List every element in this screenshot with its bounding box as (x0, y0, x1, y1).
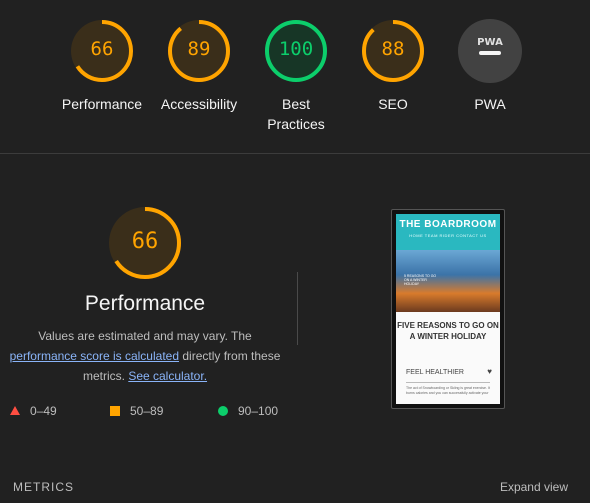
desc-prefix: Values are estimated and may vary. The (38, 329, 252, 343)
performance-description: Values are estimated and may vary. The p… (0, 326, 290, 386)
square-icon (110, 406, 120, 416)
category-label: PWA (474, 96, 506, 112)
thumb-section: FEEL HEALTHIER (406, 369, 464, 376)
performance-score: 66 (131, 229, 159, 254)
thumb-headline: FIVE REASONS TO GO ON A WINTER HOLIDAY (397, 321, 499, 341)
thumb-paragraph: The act of Snowboarding or Skiing is gre… (406, 386, 490, 395)
thumb-body: FIVE REASONS TO GO ON A WINTER HOLIDAY F… (396, 312, 500, 404)
category-label: Accessibility (160, 96, 238, 112)
thumb-site-title: THE BOARDROOM (399, 219, 497, 230)
score-value: 66 (90, 38, 114, 60)
section-divider (0, 153, 590, 154)
pwa-badge-icon: PWA (458, 19, 522, 83)
pwa-badge-text: PWA (477, 37, 503, 48)
heart-icon: ♥ (487, 367, 492, 376)
vertical-separator (297, 272, 298, 345)
performance-title: Performance (84, 292, 206, 315)
score-calculated-link[interactable]: performance score is calculated (10, 349, 179, 363)
legend-average: 50–89 (110, 404, 163, 418)
score-value: 89 (187, 38, 211, 60)
thumb-nav: HOME TEAM RIDER CONTACT US (409, 233, 487, 238)
score-value: 88 (381, 38, 405, 60)
category-label: SEO (378, 96, 408, 112)
gauge-performance[interactable]: 66 Performance (52, 18, 152, 114)
legend-fail: 0–49 (10, 404, 57, 418)
thumb-rule (406, 382, 490, 383)
thumb-hero-photo: 5 REASONS TO GO ON A WINTER HOLIDAY (396, 250, 500, 312)
see-calculator-link[interactable]: See calculator. (128, 369, 207, 383)
legend-range: 50–89 (130, 404, 164, 418)
score-value: 100 (278, 38, 314, 60)
legend-range: 90–100 (238, 404, 279, 418)
gauge-accessibility[interactable]: 89 Accessibility (149, 18, 249, 114)
thumb-caption: 5 REASONS TO GO ON A WINTER HOLIDAY (404, 274, 437, 286)
expand-view-toggle[interactable]: Expand view (500, 480, 568, 494)
metrics-heading: METRICS (13, 480, 74, 494)
legend-pass: 90–100 (218, 404, 278, 418)
gauge-pwa[interactable]: PWA PWA (440, 18, 540, 114)
circle-icon (218, 406, 228, 416)
legend-range: 0–49 (30, 404, 57, 418)
thumb-header: THE BOARDROOM HOME TEAM RIDER CONTACT US (396, 214, 500, 250)
performance-gauge: 66 (107, 205, 183, 281)
category-label: Performance (61, 96, 143, 112)
gauge-best-practices[interactable]: 100 Best Practices (246, 18, 346, 134)
triangle-icon (10, 406, 20, 415)
gauge-seo[interactable]: 88 SEO (343, 18, 443, 114)
final-screenshot-thumbnail[interactable]: THE BOARDROOM HOME TEAM RIDER CONTACT US… (391, 209, 505, 409)
category-label: Best Practices (267, 96, 325, 132)
